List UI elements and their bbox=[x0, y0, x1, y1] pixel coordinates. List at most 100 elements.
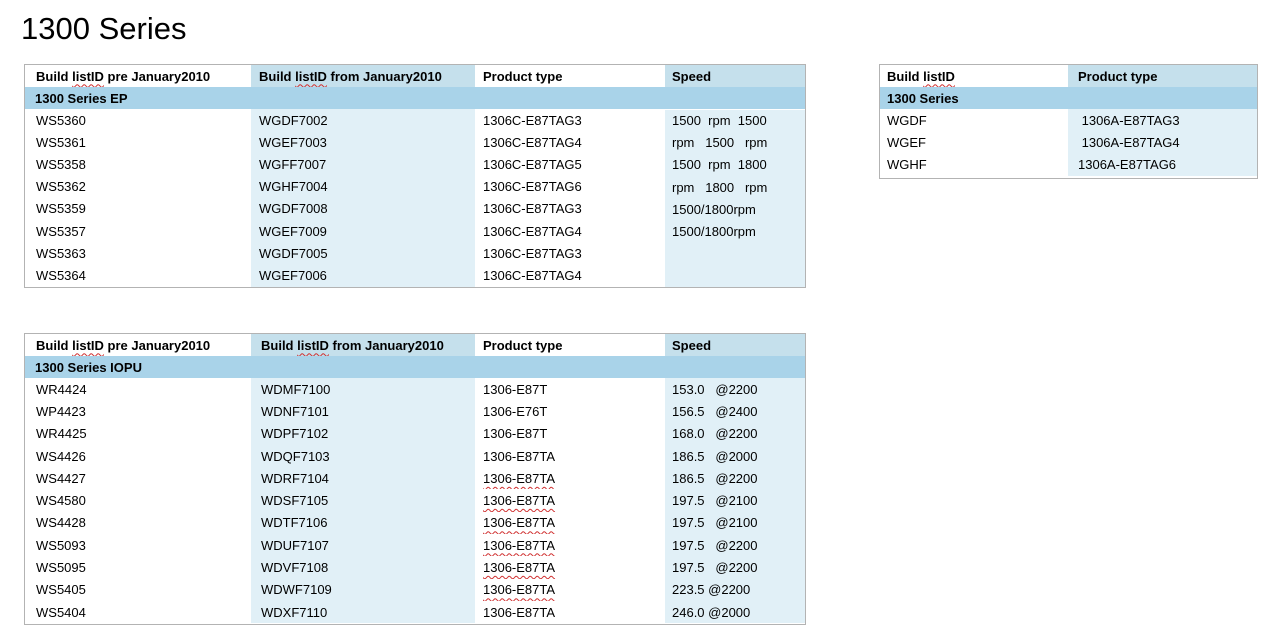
cell-text: 156.5 @2400 bbox=[672, 403, 758, 419]
ep-table: Build listID pre January2010 Build listI… bbox=[24, 64, 806, 288]
table-body: WR4424 WDMF7100 1306-E87T 153.0 @2200 WP4423… bbox=[25, 378, 805, 624]
cell-text: WGDF7005 bbox=[259, 245, 328, 261]
spellcheck-word: listID bbox=[72, 68, 104, 84]
speed-line: 1500/1800rpm bbox=[672, 224, 756, 240]
table-cell: WS5363 bbox=[25, 242, 251, 264]
section-row: 1300 Series bbox=[880, 87, 1257, 110]
cell-text: 197.5 @2100 bbox=[672, 515, 758, 531]
table-cell: WS5358 bbox=[25, 153, 251, 175]
cell-text: 1306-E87TA bbox=[483, 470, 556, 486]
header-label: Product type bbox=[483, 337, 563, 353]
header-product-type: Product type bbox=[475, 334, 665, 356]
cell-text: 168.0 @2200 bbox=[672, 426, 758, 442]
cell-text: WS5364 bbox=[36, 267, 86, 283]
table-cell: WGEF7009 bbox=[251, 219, 475, 243]
table-cell: WDUF7107 bbox=[251, 534, 475, 557]
table-cell: 1306C-E87TAG4 bbox=[475, 264, 665, 286]
table-cell: WGDF7008 bbox=[251, 197, 475, 220]
table-row: WS5093 WDUF7107 1306-E87TA 197.5 @2200 bbox=[25, 534, 805, 557]
table-cell: WGDF7005 bbox=[251, 242, 475, 265]
table-cell: 168.0 @2200 bbox=[665, 422, 805, 445]
table-row: WGHF 1306A-E87TAG6 bbox=[880, 153, 1257, 176]
cell-text: WDSF7105 bbox=[261, 493, 329, 509]
cell-text: WGDF7002 bbox=[259, 112, 328, 128]
table-cell: 1306C-E87TAG6 bbox=[475, 176, 665, 198]
header-label: Speed bbox=[672, 337, 712, 353]
cell-text: WS5404 bbox=[36, 604, 86, 620]
cell-text: 197.5 @2100 bbox=[672, 493, 758, 509]
table-cell: WS5362 bbox=[25, 176, 251, 198]
table-cell: WS4427 bbox=[25, 467, 251, 489]
header-label: Build listID pre January2010 bbox=[36, 68, 211, 84]
speed-column: 1500 rpm 1500 rpm 1500 rpm 1500 rpm 1800 rp… bbox=[665, 110, 805, 287]
speed-line: rpm 1500 rpm bbox=[672, 135, 768, 151]
table-cell: WS5357 bbox=[25, 220, 251, 242]
cell-text: 1306C-E87TAG4 bbox=[483, 134, 582, 150]
cell-text: 1306-E87TA bbox=[483, 604, 556, 620]
table-cell: 1306-E87T bbox=[475, 378, 665, 400]
table-row: WS4428 WDTF7106 1306-E87TA 197.5 @2100 bbox=[25, 511, 805, 535]
table-row: WS5404 WDXF7110 1306-E87TA 246.0 @2000 bbox=[25, 600, 805, 624]
cell-text: WGEF7009 bbox=[259, 223, 327, 239]
cell-text: 1306-E87T bbox=[483, 381, 548, 397]
cell-text: WS5363 bbox=[36, 245, 86, 261]
spellcheck-word: listID bbox=[72, 337, 104, 353]
cell-text: 1306A-E87TAG4 bbox=[1078, 134, 1180, 150]
cell-text: 153.0 @2200 bbox=[672, 381, 758, 397]
header-build-from: Build listID from January2010 bbox=[251, 65, 475, 87]
table-cell: 1306-E87TA bbox=[475, 445, 665, 467]
cell-text: 186.5 @2000 bbox=[672, 448, 758, 464]
table-cell: WS5095 bbox=[25, 556, 251, 578]
cell-text: 1306-E87TA bbox=[483, 560, 556, 576]
cell-text: 197.5 @2200 bbox=[672, 537, 758, 553]
table-cell: WDPF7102 bbox=[251, 422, 475, 445]
table-cell: WDSF7105 bbox=[251, 489, 475, 512]
table-cell: 153.0 @2200 bbox=[665, 378, 805, 401]
cell-text: WGEF7003 bbox=[259, 134, 327, 150]
table-cell: WS4428 bbox=[25, 512, 251, 534]
cell-text: 1306C-E87TAG3 bbox=[483, 201, 582, 217]
table-cell: WS4426 bbox=[25, 445, 251, 467]
table-cell: WP4423 bbox=[25, 400, 251, 422]
cell-text: 1306C-E87TAG5 bbox=[483, 156, 582, 172]
table-cell: 1306C-E87TAG3 bbox=[475, 198, 665, 220]
spellcheck-word: listID bbox=[297, 337, 329, 353]
table-body: WGDF 1306A-E87TAG3 WGEF 1306A-E87TAG4 WGHF… bbox=[880, 109, 1257, 176]
table-cell: 197.5 @2100 bbox=[665, 511, 805, 535]
cell-text: WGDF bbox=[887, 112, 927, 128]
table-row: WS4426 WDQF7103 1306-E87TA 186.5 @2000 bbox=[25, 444, 805, 468]
table-row: WS5405 WDWF7109 1306-E87TA 223.5 @2200 bbox=[25, 578, 805, 601]
table-cell: WDNF7101 bbox=[251, 400, 475, 423]
speed-line: 1500 rpm 1500 bbox=[672, 113, 767, 128]
cell-text: WR4424 bbox=[36, 381, 87, 397]
series-table: Build listID Product type 1300 Series WG… bbox=[879, 64, 1258, 179]
cell-text: WDRF7104 bbox=[261, 470, 329, 486]
cell-text: 223.5 @2200 bbox=[672, 582, 751, 598]
section-row: 1300 Series EP bbox=[25, 87, 805, 109]
cell-text: 246.0 @2000 bbox=[672, 604, 751, 620]
table-cell: 186.5 @2200 bbox=[665, 467, 805, 490]
table-cell: 1306-E87TA bbox=[475, 467, 665, 489]
table-cell: WGHF bbox=[880, 154, 1068, 176]
table-cell: WDVF7108 bbox=[251, 556, 475, 579]
table-cell: WGDF bbox=[880, 109, 1068, 131]
cell-text: WS5362 bbox=[36, 179, 86, 195]
cell-text: WS5095 bbox=[36, 560, 86, 576]
spellcheck-word: listID bbox=[295, 68, 327, 84]
header-label: Build listID from January2010 bbox=[261, 337, 444, 353]
table-cell: WGEF7006 bbox=[251, 264, 475, 287]
header-product-type: Product type bbox=[1068, 65, 1257, 88]
cell-text: WR4425 bbox=[36, 426, 87, 442]
cell-text: WDUF7107 bbox=[261, 537, 329, 553]
table-cell: 223.5 @2200 bbox=[665, 578, 805, 601]
cell-text: 1306-E87TA bbox=[483, 448, 556, 464]
header-build-listid: Build listID bbox=[880, 65, 1068, 87]
table-row: WS5095 WDVF7108 1306-E87TA 197.5 @2200 bbox=[25, 556, 805, 579]
table-cell: WR4424 bbox=[25, 378, 251, 400]
speed-line: 1500 rpm 1800 bbox=[672, 157, 767, 173]
table-row: WS4427 WDRF7104 1306-E87TA 186.5 @2200 bbox=[25, 467, 805, 490]
cell-text: WGHF bbox=[887, 157, 927, 173]
table-header-row: Build listID pre January2010 Build listI… bbox=[25, 334, 805, 356]
table-header-row: Build listID pre January2010 Build listI… bbox=[25, 65, 805, 87]
table-cell: 1306-E87TA bbox=[475, 489, 665, 511]
